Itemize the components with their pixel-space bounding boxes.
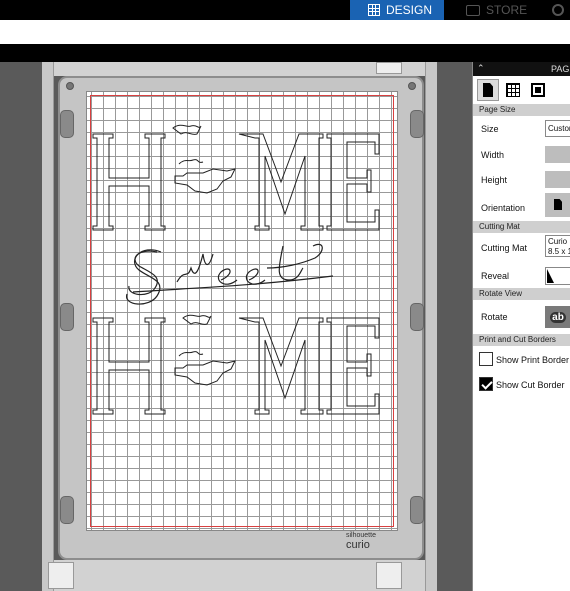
grid-icon: [368, 4, 380, 16]
design-page[interactable]: [86, 91, 398, 531]
height-row: Height: [473, 167, 570, 193]
carriage-knob-left: [48, 562, 74, 589]
cutter-rail-left: [42, 62, 54, 591]
tab-store[interactable]: STORE: [466, 0, 527, 20]
brand-logo: silhouette curio: [346, 532, 376, 551]
cutting-mat-label: Cutting Mat: [481, 242, 528, 253]
registration-tab[interactable]: [527, 79, 549, 101]
cutting-mat: silhouette curio: [58, 76, 424, 560]
width-field[interactable]: [545, 145, 570, 163]
page-icon: [483, 83, 493, 97]
show-cut-border-row: Show Cut Border: [473, 373, 570, 398]
cutter-carriage-top: [54, 62, 425, 76]
height-field[interactable]: [545, 171, 570, 188]
rotate-icon: ab: [550, 311, 566, 323]
panel-icon-tabs: [473, 76, 570, 104]
show-print-border-checkbox[interactable]: [479, 352, 493, 366]
cutting-mat-row: Cutting Mat Curio 8.5 x 12: [473, 233, 570, 263]
tab-design[interactable]: DESIGN: [350, 0, 444, 20]
tab-store-label: STORE: [486, 3, 528, 17]
library-icon: [552, 4, 564, 16]
store-icon: [466, 4, 480, 16]
reveal-row: Reveal: [473, 263, 570, 289]
cutting-mat-select[interactable]: Curio 8.5 x 12: [545, 234, 570, 257]
panel-title: PAGE: [551, 64, 570, 74]
show-print-border-label: Show Print Border: [496, 355, 570, 365]
rotate-label: Rotate: [481, 312, 508, 322]
size-select[interactable]: Custom: [545, 120, 570, 137]
grid-icon: [506, 83, 520, 97]
orientation-row: Orientation: [473, 192, 570, 221]
rotate-row: Rotate ab: [473, 300, 570, 334]
home-sweet-home-design[interactable]: [87, 92, 399, 532]
panel-header: ⌃ PAGE: [473, 62, 570, 76]
toolbar: [0, 20, 570, 44]
mat-clip: [60, 303, 74, 331]
mat-clip: [410, 110, 424, 138]
collapse-icon[interactable]: ⌃: [477, 63, 485, 74]
cutter-rail-right: [425, 62, 437, 591]
tab-design-label: DESIGN: [386, 3, 433, 17]
mat-screw: [66, 82, 74, 90]
section-rotate-view: Rotate View: [473, 288, 570, 300]
width-row: Width: [473, 142, 570, 168]
reveal-slider[interactable]: [545, 266, 570, 285]
word-home-bottom: [92, 314, 380, 415]
cutter-carriage-bottom: [48, 560, 425, 591]
mat-clip: [60, 110, 74, 138]
word-home-top: [92, 124, 380, 231]
page-settings-panel: ⌃ PAGE Page Size Size Custom Width Heigh…: [472, 62, 570, 591]
section-page-size: Page Size: [473, 104, 570, 116]
show-cut-border-checkbox[interactable]: [479, 377, 493, 391]
rotate-button[interactable]: ab: [545, 306, 570, 328]
size-label: Size: [481, 124, 499, 134]
grid-tab[interactable]: [502, 79, 524, 101]
page-icon: [554, 199, 562, 210]
size-row: Size Custom: [473, 116, 570, 142]
section-print-cut-borders: Print and Cut Borders: [473, 334, 570, 346]
reveal-label: Reveal: [481, 270, 510, 281]
show-print-border-row: Show Print Border: [473, 348, 570, 373]
height-label: Height: [481, 175, 508, 185]
orientation-button[interactable]: [545, 192, 570, 217]
carriage-knob: [376, 62, 402, 74]
tab-library[interactable]: [552, 0, 570, 20]
secondary-toolbar: [0, 44, 570, 62]
top-navigation-bar: DESIGN STORE: [0, 0, 570, 20]
orientation-label: Orientation: [481, 202, 526, 213]
brand-text: curio: [346, 539, 370, 551]
section-cutting-mat: Cutting Mat: [473, 220, 570, 233]
cutting-mat-size: 8.5 x 12: [548, 246, 570, 256]
mat-clip: [410, 496, 424, 524]
word-sweet: [126, 243, 334, 305]
show-cut-border-label: Show Cut Border: [496, 380, 565, 390]
frame-icon: [531, 83, 545, 97]
mat-screw: [408, 82, 416, 90]
carriage-knob-right: [376, 562, 402, 589]
mat-clip: [410, 303, 424, 331]
cutting-mat-name: Curio: [548, 236, 568, 246]
page-setup-tab[interactable]: [477, 79, 499, 101]
width-label: Width: [481, 149, 505, 160]
mat-clip: [60, 496, 74, 524]
